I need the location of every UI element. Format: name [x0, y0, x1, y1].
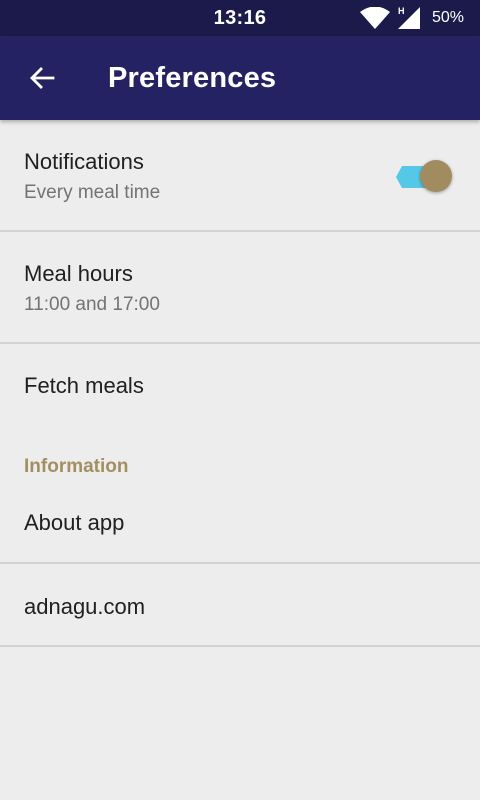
page-title: Preferences: [108, 62, 277, 94]
meal-hours-title: Meal hours: [24, 261, 133, 286]
back-button[interactable]: [20, 58, 64, 98]
about-app-title: About app: [24, 510, 125, 535]
wifi-icon: [360, 7, 390, 29]
information-section-header: Information: [24, 456, 129, 477]
toggle-thumb: [420, 160, 452, 192]
network-type-label: H: [398, 6, 405, 16]
notifications-toggle[interactable]: [396, 160, 452, 192]
meal-hours-summary: 11:00 and 17:00: [24, 294, 160, 315]
notifications-title: Notifications: [24, 149, 144, 174]
notifications-summary: Every meal time: [24, 182, 161, 203]
website-title: adnagu.com: [24, 594, 146, 619]
about-app-preference[interactable]: About app: [0, 486, 480, 564]
fetch-meals-preference[interactable]: Fetch meals: [0, 344, 480, 428]
meal-hours-preference[interactable]: Meal hours 11:00 and 17:00: [0, 232, 480, 344]
website-preference[interactable]: adnagu.com: [0, 565, 480, 647]
status-bar: 13:16 H 50%: [0, 0, 480, 36]
preferences-list: Notifications Every meal time Meal hours…: [0, 120, 480, 344]
fetch-meals-title: Fetch meals: [24, 373, 144, 398]
notifications-preference[interactable]: Notifications Every meal time: [0, 120, 480, 232]
arrow-left-icon: [30, 67, 55, 89]
app-bar: Preferences: [0, 36, 480, 120]
battery-percentage: 50%: [432, 9, 465, 26]
signal-icon: H: [398, 6, 420, 29]
